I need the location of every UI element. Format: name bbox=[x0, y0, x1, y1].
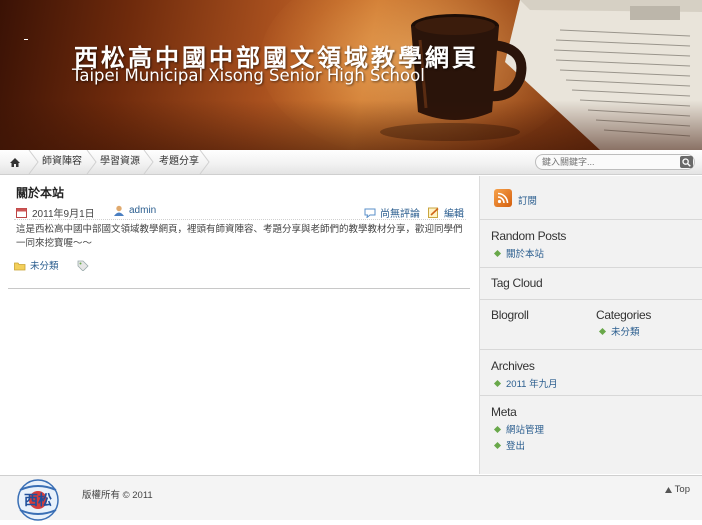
sidebar-random-posts: Random Posts 關於本站 bbox=[480, 220, 702, 268]
rss-icon[interactable] bbox=[494, 189, 512, 207]
site-subtitle: Taipei Municipal Xisong Senior High Scho… bbox=[72, 66, 425, 85]
sidebar-rss: 訂閱 bbox=[480, 176, 702, 220]
bullet-icon bbox=[493, 441, 502, 449]
post-edit-link[interactable]: 編輯 bbox=[444, 205, 464, 220]
sidebar: 訂閱 Random Posts 關於本站 Tag Cloud Blogroll … bbox=[479, 176, 702, 474]
main-navigation: 師資陣容 學習資源 考題分享 bbox=[0, 150, 702, 175]
meta-item-logout[interactable]: 登出 bbox=[493, 438, 525, 452]
archive-item[interactable]: 2011 年九月 bbox=[493, 376, 558, 390]
footer: 西松 版權所有 © 2011 Top bbox=[0, 475, 702, 521]
meta-item-admin[interactable]: 網站管理 bbox=[493, 422, 544, 436]
banner-table-shade bbox=[0, 100, 702, 150]
post-category-row: 未分類 bbox=[14, 258, 89, 272]
sidebar-links-categories: Blogroll Categories 未分類 bbox=[480, 300, 702, 350]
post-meta: 2011年9月1日 admin 尚無評論 編輯 bbox=[14, 203, 466, 220]
tag-icon bbox=[77, 260, 89, 271]
user-icon bbox=[114, 205, 124, 216]
nav-item-exams[interactable]: 考題分享 bbox=[147, 150, 199, 174]
post-date: 2011年9月1日 bbox=[16, 205, 95, 220]
nav-separator-chevron bbox=[199, 150, 210, 174]
sidebar-archives: Archives 2011 年九月 bbox=[480, 350, 702, 396]
post-date-text: 2011年9月1日 bbox=[32, 209, 95, 220]
bullet-icon bbox=[493, 249, 502, 257]
header-banner: 西松高中國中部國文領域教學網頁 Taipei Municipal Xisong … bbox=[0, 0, 702, 150]
post-title[interactable]: 關於本站 bbox=[16, 184, 64, 201]
back-to-top-link[interactable]: Top bbox=[664, 484, 690, 495]
tag-cloud-heading: Tag Cloud bbox=[491, 276, 543, 290]
calendar-icon bbox=[16, 208, 27, 218]
post-author-link[interactable]: admin bbox=[129, 205, 156, 216]
bullet-icon bbox=[493, 425, 502, 433]
meta-heading: Meta bbox=[491, 405, 517, 419]
comment-icon bbox=[364, 208, 376, 218]
logout-link[interactable]: 登出 bbox=[506, 438, 525, 452]
main-content: 關於本站 2011年9月1日 admin 尚無評論 編輯 這是西松高中國中部國文… bbox=[0, 176, 478, 474]
post-author[interactable]: admin bbox=[113, 205, 156, 216]
archives-heading: Archives bbox=[491, 359, 535, 373]
copyright-text: 版權所有 © 2011 bbox=[82, 490, 153, 501]
post-edit[interactable]: 編輯 bbox=[428, 205, 464, 220]
sidebar-meta: Meta 網站管理 登出 bbox=[480, 396, 702, 466]
categories-heading: Categories bbox=[596, 308, 652, 322]
random-post-item[interactable]: 關於本站 bbox=[493, 246, 544, 260]
nav-item-teachers[interactable]: 師資陣容 bbox=[30, 150, 82, 174]
random-post-link[interactable]: 關於本站 bbox=[506, 246, 544, 260]
post-body: 這是西松高中國中部國文領域教學網頁，裡頭有師資陣容、考題分享與老師們的教學教材分… bbox=[16, 224, 463, 249]
back-to-top-label[interactable]: Top bbox=[675, 484, 690, 495]
arrow-up-icon bbox=[664, 486, 672, 493]
search-icon bbox=[682, 157, 691, 167]
category-item[interactable]: 未分類 bbox=[598, 324, 640, 338]
bullet-icon bbox=[493, 379, 502, 387]
search-button[interactable] bbox=[680, 156, 693, 168]
blogroll-heading: Blogroll bbox=[491, 308, 529, 322]
folder-icon bbox=[14, 262, 26, 270]
home-button[interactable] bbox=[0, 150, 30, 174]
post-comments[interactable]: 尚無評論 bbox=[364, 205, 420, 220]
logo-text: 西松 bbox=[24, 492, 52, 509]
random-posts-heading: Random Posts bbox=[491, 229, 567, 243]
archive-link[interactable]: 2011 年九月 bbox=[506, 376, 558, 390]
search-box bbox=[535, 154, 695, 170]
post-divider bbox=[8, 288, 470, 289]
category-link[interactable]: 未分類 bbox=[611, 324, 640, 338]
home-icon bbox=[10, 157, 20, 167]
nav-item-resources[interactable]: 學習資源 bbox=[88, 150, 140, 174]
post-category-link[interactable]: 未分類 bbox=[30, 258, 59, 272]
post-comments-link[interactable]: 尚無評論 bbox=[380, 205, 420, 220]
site-admin-link[interactable]: 網站管理 bbox=[506, 422, 544, 436]
search-input[interactable] bbox=[542, 156, 672, 168]
sidebar-tag-cloud: Tag Cloud bbox=[480, 268, 702, 300]
rss-feed-glyph bbox=[497, 192, 509, 204]
banner-mark bbox=[24, 39, 28, 40]
edit-icon bbox=[428, 207, 439, 218]
school-logo: 西松 bbox=[12, 478, 64, 521]
rss-subscribe-link[interactable]: 訂閱 bbox=[518, 193, 537, 207]
bullet-icon bbox=[598, 327, 607, 335]
